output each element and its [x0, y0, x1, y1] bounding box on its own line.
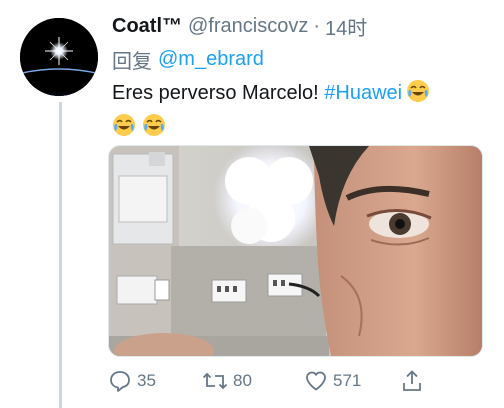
hashtag-link[interactable]: #Huawei — [324, 82, 402, 104]
tweet-photo[interactable] — [108, 145, 483, 357]
thread-line — [59, 102, 62, 408]
avatar[interactable] — [20, 18, 98, 96]
timestamp[interactable]: 14时 — [325, 12, 367, 41]
share-icon — [403, 370, 421, 391]
photo-selfie-image — [109, 146, 482, 356]
laughing-emoji-icon — [406, 79, 430, 112]
retweet-button[interactable]: 80 — [202, 366, 252, 396]
reply-icon — [110, 371, 130, 392]
header-separator: · — [313, 14, 321, 37]
tweet-header: Coatl™ @franciscovz · 14时 — [112, 10, 496, 42]
reply-to-handle[interactable]: @m_ebrard — [158, 48, 264, 71]
tweet-text: Eres perverso Marcelo! #Huawei — [112, 78, 482, 146]
display-name[interactable]: Coatl™ — [112, 15, 182, 38]
replying-to: 回复 @m_ebrard — [112, 43, 264, 75]
share-button[interactable] — [400, 366, 429, 396]
like-button[interactable]: 571 — [304, 366, 361, 396]
retweet-icon — [202, 372, 228, 390]
heart-icon — [306, 371, 326, 391]
retweet-count: 80 — [233, 371, 252, 390]
emoji-row — [112, 112, 482, 146]
like-count: 571 — [333, 371, 362, 390]
laughing-emoji-icon — [112, 113, 136, 146]
laughing-emoji-icon — [142, 113, 166, 146]
reply-button[interactable]: 35 — [108, 366, 156, 396]
reply-count: 35 — [137, 371, 156, 390]
reply-prefix: 回复 — [112, 50, 152, 73]
avatar-earth-image — [20, 18, 98, 96]
tweet-actions: 35 80 571 — [104, 366, 434, 396]
tweet-text-body: Eres perverso Marcelo! — [112, 82, 325, 104]
user-handle[interactable]: @franciscovz — [188, 15, 308, 38]
